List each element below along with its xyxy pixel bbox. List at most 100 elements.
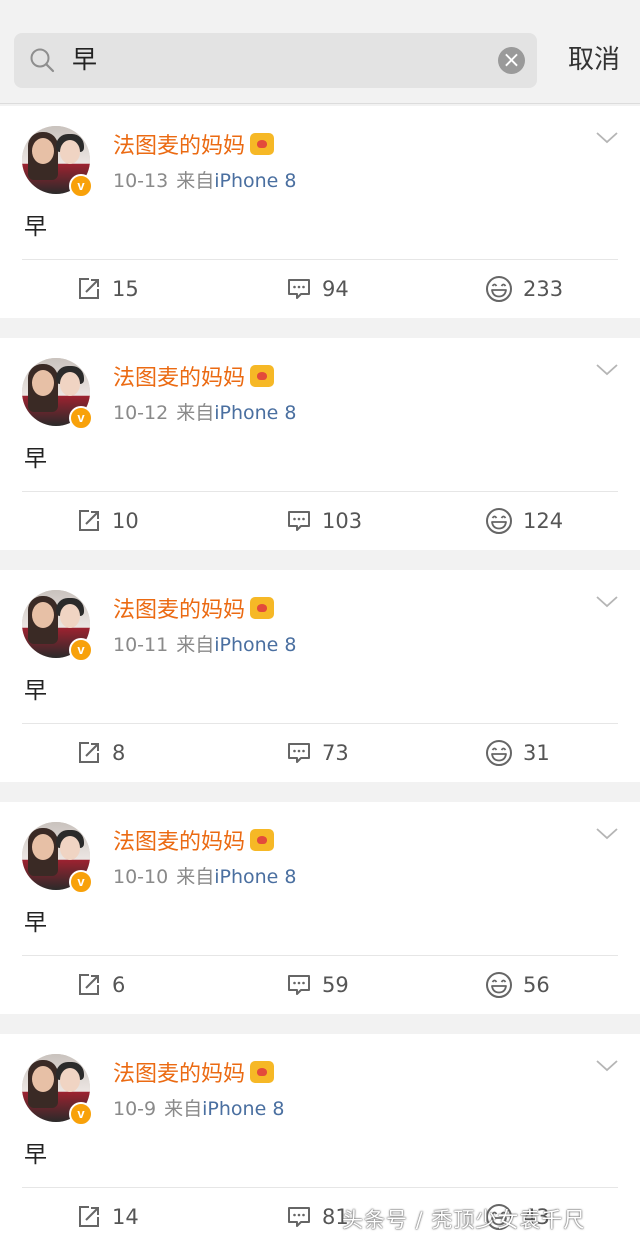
like-button[interactable]: 233 — [485, 274, 563, 304]
post-source-prefix: 来自 — [176, 866, 215, 888]
post-author[interactable]: 法图麦的妈妈 — [113, 1062, 245, 1087]
repost-button[interactable]: 8 — [76, 738, 125, 768]
comment-button[interactable]: 103 — [286, 506, 362, 536]
post-card[interactable]: v 法图麦的妈妈 10-12 来自iPhone 8 早 10 103 124 — [0, 338, 640, 550]
post-card[interactable]: v 法图麦的妈妈 10-11 来自iPhone 8 早 8 73 31 — [0, 570, 640, 782]
search-icon — [30, 48, 55, 73]
post-actions: 8 73 31 — [0, 724, 640, 782]
comment-button[interactable]: 59 — [286, 970, 349, 1000]
comment-count: 94 — [322, 277, 349, 301]
post-device[interactable]: iPhone 8 — [214, 170, 296, 192]
repost-icon — [79, 1206, 99, 1227]
like-button[interactable]: 31 — [485, 738, 550, 768]
like-count: 233 — [523, 277, 564, 301]
repost-button[interactable]: 6 — [76, 970, 125, 1000]
comment-button[interactable]: 81 — [286, 1202, 349, 1232]
post-time: 10-9 — [113, 1098, 157, 1120]
post-meta: 10-10 来自iPhone 8 — [113, 864, 297, 890]
like-button[interactable]: 56 — [485, 970, 550, 1000]
search-query: 早 — [72, 45, 98, 74]
comment-button[interactable]: 94 — [286, 274, 349, 304]
post-time: 10-13 — [113, 170, 169, 192]
vip-crown-icon — [250, 829, 275, 851]
post-actions: 6 59 56 — [0, 956, 640, 1014]
vip-crown-icon — [250, 597, 275, 619]
repost-icon — [79, 742, 99, 763]
feed-list: v 法图麦的妈妈 10-13 来自iPhone 8 早 15 94 233 v … — [0, 106, 640, 1242]
chevron-down-icon[interactable] — [595, 594, 619, 610]
post-meta: 10-11 来自iPhone 8 — [113, 632, 297, 658]
repost-button[interactable]: 15 — [76, 274, 139, 304]
like-count: 124 — [523, 509, 564, 533]
post-source-prefix: 来自 — [164, 1098, 203, 1120]
post-author[interactable]: 法图麦的妈妈 — [113, 366, 245, 391]
watermark: 头条号 / 秃顶少女袁千尺 — [342, 1208, 586, 1232]
post-device[interactable]: iPhone 8 — [214, 402, 296, 424]
post-text: 早 — [24, 910, 47, 936]
chevron-down-icon[interactable] — [595, 130, 619, 146]
post-source-prefix: 来自 — [176, 402, 215, 424]
comment-icon — [288, 279, 310, 299]
chevron-down-icon[interactable] — [595, 826, 619, 842]
chevron-down-icon[interactable] — [595, 1058, 619, 1074]
vip-crown-icon — [250, 365, 275, 387]
cancel-button[interactable]: 取消 — [568, 42, 620, 78]
repost-icon — [79, 974, 99, 995]
search-input[interactable]: 早 × — [14, 33, 537, 88]
repost-count: 6 — [112, 973, 126, 997]
post-device[interactable]: iPhone 8 — [214, 634, 296, 656]
verified-badge-icon: v — [69, 174, 93, 198]
like-count: 56 — [523, 973, 550, 997]
comment-count: 59 — [322, 973, 349, 997]
repost-count: 8 — [112, 741, 126, 765]
like-icon — [486, 972, 512, 998]
post-author[interactable]: 法图麦的妈妈 — [113, 134, 245, 159]
post-card[interactable]: v 法图麦的妈妈 10-10 来自iPhone 8 早 6 59 56 — [0, 802, 640, 1014]
repost-count: 10 — [112, 509, 139, 533]
search-header: 早 × 取消 — [0, 0, 640, 104]
like-button[interactable]: 124 — [485, 506, 563, 536]
repost-count: 15 — [112, 277, 139, 301]
comment-count: 73 — [322, 741, 349, 765]
post-source-prefix: 来自 — [176, 170, 215, 192]
like-count: 31 — [523, 741, 550, 765]
comment-icon — [288, 975, 310, 995]
clear-icon[interactable]: × — [498, 47, 525, 74]
post-actions: 10 103 124 — [0, 492, 640, 550]
like-icon — [486, 740, 512, 766]
vip-crown-icon — [250, 1061, 275, 1083]
post-meta: 10-9 来自iPhone 8 — [113, 1096, 284, 1122]
post-text: 早 — [24, 214, 47, 240]
post-time: 10-10 — [113, 866, 169, 888]
repost-count: 14 — [112, 1205, 139, 1229]
comment-button[interactable]: 73 — [286, 738, 349, 768]
verified-badge-icon: v — [69, 1102, 93, 1126]
post-source-prefix: 来自 — [176, 634, 215, 656]
chevron-down-icon[interactable] — [595, 362, 619, 378]
comment-icon — [288, 743, 310, 763]
post-time: 10-11 — [113, 634, 169, 656]
verified-badge-icon: v — [69, 870, 93, 894]
post-author[interactable]: 法图麦的妈妈 — [113, 830, 245, 855]
post-text: 早 — [24, 1142, 47, 1168]
like-icon — [486, 508, 512, 534]
comment-count: 103 — [322, 509, 363, 533]
repost-button[interactable]: 10 — [76, 506, 139, 536]
post-meta: 10-12 来自iPhone 8 — [113, 400, 297, 426]
comment-icon — [288, 511, 310, 531]
post-meta: 10-13 来自iPhone 8 — [113, 168, 297, 194]
repost-icon — [79, 278, 99, 299]
verified-badge-icon: v — [69, 638, 93, 662]
repost-icon — [79, 510, 99, 531]
post-text: 早 — [24, 678, 47, 704]
verified-badge-icon: v — [69, 406, 93, 430]
post-card[interactable]: v 法图麦的妈妈 10-13 来自iPhone 8 早 15 94 233 — [0, 106, 640, 318]
vip-crown-icon — [250, 133, 275, 155]
post-device[interactable]: iPhone 8 — [202, 1098, 284, 1120]
like-icon — [486, 276, 512, 302]
repost-button[interactable]: 14 — [76, 1202, 139, 1232]
post-author[interactable]: 法图麦的妈妈 — [113, 598, 245, 623]
post-time: 10-12 — [113, 402, 169, 424]
post-device[interactable]: iPhone 8 — [214, 866, 296, 888]
post-actions: 15 94 233 — [0, 260, 640, 318]
